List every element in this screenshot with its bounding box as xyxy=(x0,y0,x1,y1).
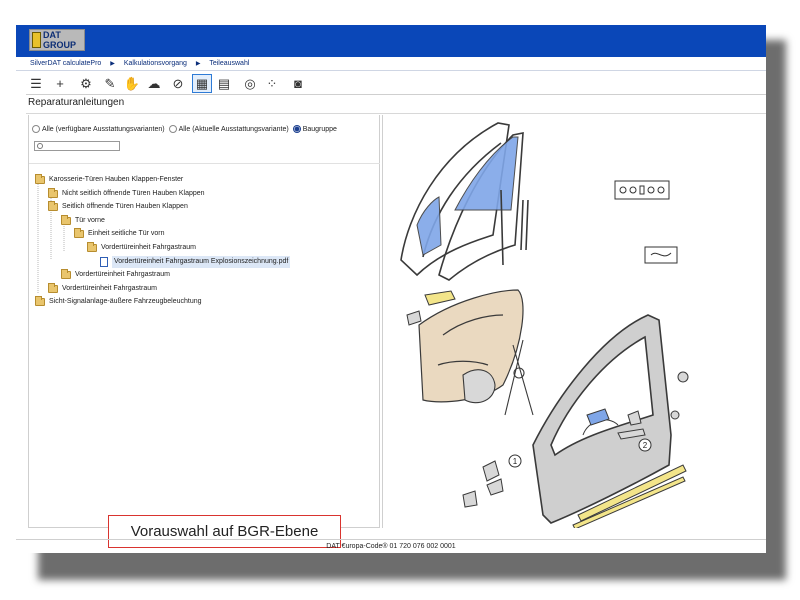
search-input[interactable] xyxy=(34,141,120,151)
callout-1-marker: 1 xyxy=(508,454,522,468)
car-parts-icon[interactable]: ⚙ xyxy=(76,74,96,93)
menu-icon[interactable]: ☰ xyxy=(26,74,46,93)
money-icon[interactable]: ▤ xyxy=(214,74,234,93)
tree-node[interactable]: Vordertüreinheit Fahrgastraum xyxy=(61,269,170,281)
cable-symbol-box xyxy=(644,246,678,264)
radio-baugruppe-label[interactable]: Baugruppe xyxy=(303,126,337,133)
folder-icon xyxy=(74,228,84,239)
logo-line1: DAT xyxy=(43,30,61,40)
breadcrumb-separator-icon: ▶ xyxy=(110,61,115,67)
tree-node-label: Vordertüreinheit Fahrgastraum xyxy=(62,284,157,292)
tree-node[interactable]: Einheit seitliche Tür vorn xyxy=(74,228,165,240)
tree-node[interactable]: Nicht seitlich öffnende Türen Hauben Kla… xyxy=(48,187,205,200)
callout-2-marker: 2 xyxy=(638,438,652,452)
tree-node[interactable]: Tür vorne xyxy=(61,214,105,227)
repair-guide-icon[interactable]: ▦ xyxy=(192,74,212,93)
exploded-door-diagram[interactable]: 1 2 xyxy=(383,115,766,530)
callout-2-label: 2 xyxy=(643,441,648,450)
tree-node-label: Vordertüreinheit Fahrgastraum Explosions… xyxy=(112,255,291,268)
search-icon xyxy=(37,143,43,149)
tree-node-label: Sicht-Signalanlage-äußere Fahrzeugbeleuc… xyxy=(49,298,202,306)
tree-node-label: Vordertüreinheit Fahrgastraum xyxy=(75,271,170,279)
tree-panel: Alle (verfügbare Ausstattungsvarianten) … xyxy=(28,115,380,548)
tree-node[interactable]: Vordertüreinheit Fahrgastraum xyxy=(87,242,196,254)
app-window: DAT GROUP SilverDAT calculatePro ▶ Kalku… xyxy=(16,25,766,553)
tree-node-label: Einheit seitliche Tür vorn xyxy=(88,230,165,238)
breadcrumb-separator-icon: ▶ xyxy=(195,61,201,67)
hand-icon[interactable]: ✋ xyxy=(122,74,142,93)
hail-icon[interactable]: ☁ xyxy=(144,74,164,93)
folder-icon xyxy=(87,242,97,252)
radio-all-available-label[interactable]: Alle (verfügbare Ausstattungsvarianten) xyxy=(42,126,165,133)
cancel-tools-icon[interactable]: ⊘ xyxy=(168,74,188,93)
breadcrumb-item-teileauswahl[interactable]: Teileauswahl xyxy=(209,60,249,67)
tree-node[interactable]: Vordertüreinheit Fahrgastraum Explosions… xyxy=(100,255,291,268)
folder-icon xyxy=(35,296,45,307)
diagram-panel: 1 2 xyxy=(382,115,766,530)
tire-icon[interactable]: ◎ xyxy=(240,74,260,93)
tree-divider xyxy=(29,163,380,164)
folder-icon xyxy=(48,282,58,293)
settings-grid-icon[interactable]: ⁘ xyxy=(262,74,282,93)
tree-node[interactable]: Karosserie-Türen Hauben Klappen-Fenster xyxy=(35,174,183,186)
footer-europa-code: DAT €uropa-Code® 01 720 076 002 0001 xyxy=(16,539,766,553)
logo-line2: GROUP xyxy=(43,40,77,50)
spray-icon[interactable]: ✎ xyxy=(100,74,120,93)
panel-title: Reparaturanleitungen xyxy=(28,97,125,108)
dat-group-logo[interactable]: DAT GROUP xyxy=(29,29,85,51)
tree-node-label: Vordertüreinheit Fahrgastraum xyxy=(101,244,196,251)
panel-divider xyxy=(26,113,766,114)
camera-icon[interactable]: ◙ xyxy=(288,74,308,93)
tree-node[interactable]: Sicht-Signalanlage-äußere Fahrzeugbeleuc… xyxy=(35,296,202,308)
tree-node[interactable]: Vordertüreinheit Fahrgastraum xyxy=(48,282,157,295)
folder-icon xyxy=(61,214,71,225)
tree-node-label: Seitlich öffnende Türen Hauben Klappen xyxy=(62,203,188,211)
radio-baugruppe[interactable] xyxy=(292,125,301,133)
folder-icon xyxy=(48,187,58,198)
top-bar: DAT GROUP xyxy=(16,25,766,57)
folder-icon xyxy=(35,174,45,184)
breadcrumb: SilverDAT calculatePro ▶ Kalkulationsvor… xyxy=(16,57,766,71)
tool-symbol-box xyxy=(614,180,670,200)
filter-radio-group: Alle (verfügbare Ausstattungsvarianten) … xyxy=(32,125,341,133)
tree-node-label: Karosserie-Türen Hauben Klappen-Fenster xyxy=(49,176,184,183)
radio-all-available[interactable] xyxy=(32,125,40,133)
folder-icon xyxy=(61,269,71,280)
tree-node[interactable]: Seitlich öffnende Türen Hauben Klappen xyxy=(48,201,188,213)
breadcrumb-item-kalkulationsvorgang[interactable]: Kalkulationsvorgang xyxy=(124,60,187,67)
folder-icon xyxy=(48,201,58,212)
callout-1-label: 1 xyxy=(513,457,518,466)
breadcrumb-item-silverdat[interactable]: SilverDAT calculatePro xyxy=(30,60,101,67)
add-magic-icon[interactable]: + xyxy=(50,74,70,93)
tree-node-label: Nicht seitlich öffnende Türen Hauben Kla… xyxy=(62,189,205,197)
tree-node-label: Tür vorne xyxy=(75,216,105,224)
radio-all-current[interactable] xyxy=(168,125,177,133)
toolbar: ☰ + ⚙ ✎ ✋ ☁ ⊘ ▦ ▤ ◎ ⁘ ◙ xyxy=(26,73,766,95)
logo-text: DAT GROUP xyxy=(43,30,85,50)
logo-mark-icon xyxy=(32,32,41,48)
pdf-file-icon xyxy=(100,256,108,267)
radio-all-current-label[interactable]: Alle (Aktuelle Ausstattungsvariante) xyxy=(179,126,289,133)
